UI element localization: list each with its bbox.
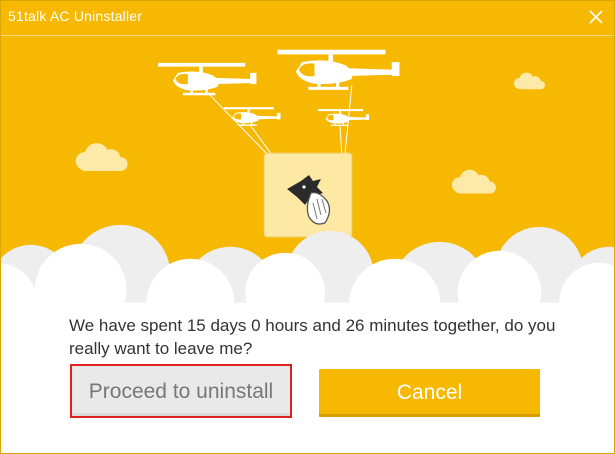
- cancel-button[interactable]: Cancel: [319, 369, 540, 414]
- proceed-uninstall-button[interactable]: Proceed to uninstall: [70, 364, 292, 418]
- hero-illustration: [1, 35, 614, 335]
- close-icon: [589, 10, 603, 24]
- window-title: 51talk AC Uninstaller: [8, 8, 143, 24]
- title-bar[interactable]: 51talk AC Uninstaller: [1, 1, 614, 35]
- close-button[interactable]: [584, 5, 608, 29]
- goodbye-message: We have spent 15 days 0 hours and 26 min…: [69, 316, 556, 358]
- uninstaller-window: 51talk AC Uninstaller We have spent 15 d…: [0, 0, 615, 454]
